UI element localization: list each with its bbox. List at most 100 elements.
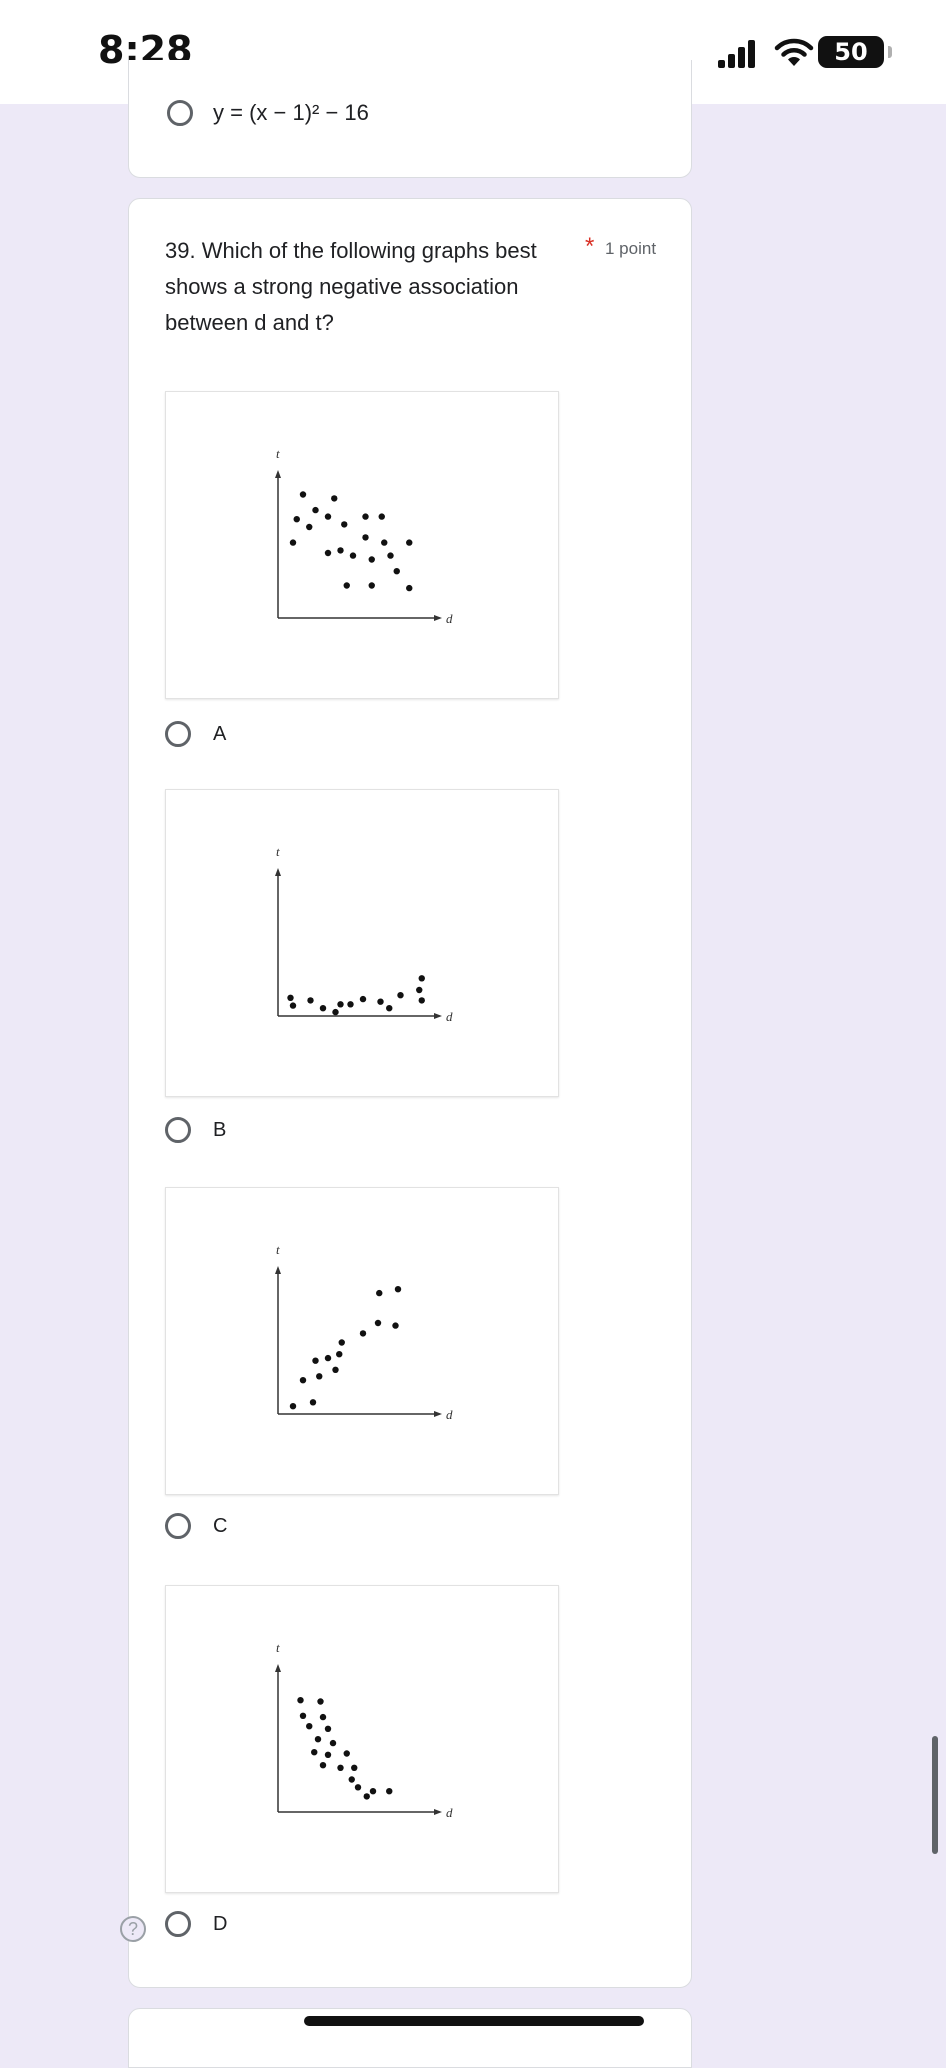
data-point bbox=[363, 1793, 370, 1800]
data-point bbox=[289, 539, 297, 546]
data-point bbox=[309, 1399, 317, 1406]
home-indicator[interactable] bbox=[304, 2016, 644, 2026]
data-point bbox=[324, 1751, 332, 1758]
x-axis-label: d bbox=[446, 1009, 453, 1024]
data-point bbox=[392, 1322, 399, 1329]
data-point bbox=[349, 552, 357, 559]
data-point bbox=[337, 547, 344, 554]
data-point bbox=[316, 1373, 323, 1380]
x-axis-label: d bbox=[446, 1805, 453, 1820]
data-point bbox=[329, 1739, 337, 1747]
data-point bbox=[343, 1750, 350, 1757]
data-point bbox=[374, 1319, 382, 1327]
option-b-label: B bbox=[213, 1119, 227, 1141]
data-point bbox=[297, 1697, 304, 1704]
option-a-radio[interactable] bbox=[165, 721, 191, 747]
data-point bbox=[299, 491, 307, 498]
data-point bbox=[289, 1403, 297, 1410]
data-point bbox=[324, 549, 332, 557]
previous-option-radio[interactable] bbox=[167, 100, 193, 126]
data-point bbox=[306, 523, 313, 531]
data-point bbox=[393, 568, 400, 575]
option-c-radio[interactable] bbox=[165, 1513, 191, 1539]
data-point bbox=[369, 1788, 377, 1795]
data-point bbox=[347, 1001, 354, 1008]
data-point bbox=[362, 513, 369, 520]
data-point bbox=[306, 1723, 313, 1730]
data-point bbox=[317, 1698, 324, 1705]
data-point bbox=[324, 1354, 332, 1362]
data-point bbox=[319, 1005, 327, 1012]
data-point bbox=[332, 1366, 339, 1373]
data-point bbox=[386, 1788, 393, 1795]
data-point bbox=[289, 1002, 297, 1009]
data-point bbox=[416, 986, 423, 994]
data-point bbox=[359, 995, 367, 1003]
data-point bbox=[348, 1776, 355, 1783]
previous-question-card: y = (x − 1)² − 16 bbox=[128, 60, 692, 178]
data-point bbox=[324, 513, 332, 520]
x-axis-label: d bbox=[446, 611, 453, 626]
option-c-graph-svg: td bbox=[275, 1242, 453, 1422]
data-point bbox=[386, 1005, 393, 1012]
data-point bbox=[287, 994, 294, 1001]
data-point bbox=[299, 1377, 307, 1384]
data-point bbox=[299, 1712, 307, 1719]
data-point bbox=[307, 997, 314, 1004]
y-axis-arrow bbox=[275, 1266, 281, 1274]
data-point bbox=[338, 1339, 345, 1346]
data-point bbox=[418, 975, 425, 982]
option-b-radio[interactable] bbox=[165, 1117, 191, 1143]
data-point bbox=[332, 1008, 339, 1016]
y-axis-arrow bbox=[275, 868, 281, 876]
data-point bbox=[312, 506, 319, 514]
data-point bbox=[324, 1725, 332, 1732]
question-title: 39. Which of the following graphs best s… bbox=[165, 238, 537, 335]
data-point bbox=[319, 1762, 327, 1769]
data-point bbox=[381, 539, 388, 546]
data-point bbox=[337, 1001, 344, 1008]
option-d-graph: td bbox=[165, 1585, 559, 1893]
y-axis-label: t bbox=[276, 446, 280, 461]
x-axis-arrow bbox=[434, 1411, 442, 1417]
data-point bbox=[337, 1764, 344, 1771]
scrollbar[interactable] bbox=[932, 1736, 938, 1854]
y-axis-arrow bbox=[275, 1664, 281, 1672]
data-point bbox=[319, 1713, 327, 1721]
data-point bbox=[336, 1351, 343, 1358]
option-a-graph: td bbox=[165, 391, 559, 699]
battery-level: 50 bbox=[834, 38, 868, 66]
data-point bbox=[312, 1357, 319, 1364]
option-c-label: C bbox=[213, 1515, 228, 1537]
option-d-graph-svg: td bbox=[275, 1640, 453, 1820]
data-point bbox=[418, 997, 425, 1004]
required-asterisk: * bbox=[585, 233, 595, 260]
x-axis-arrow bbox=[434, 615, 442, 621]
data-point bbox=[397, 992, 404, 999]
data-point bbox=[387, 552, 394, 559]
option-c-graph: td bbox=[165, 1187, 559, 1495]
x-axis-arrow bbox=[434, 1013, 442, 1019]
previous-option-label: y = (x − 1)² − 16 bbox=[213, 100, 369, 125]
data-point bbox=[359, 1330, 367, 1337]
question-card: 39. Which of the following graphs best s… bbox=[128, 198, 692, 1988]
data-point bbox=[376, 1289, 383, 1297]
data-point bbox=[341, 521, 348, 528]
data-point bbox=[362, 534, 369, 541]
data-point bbox=[343, 582, 350, 589]
data-point bbox=[377, 998, 384, 1005]
data-point bbox=[314, 1736, 322, 1743]
data-point bbox=[368, 556, 375, 563]
data-point bbox=[368, 582, 375, 589]
signal-bars-icon bbox=[718, 38, 758, 68]
wifi-icon bbox=[774, 38, 814, 66]
data-point bbox=[331, 495, 338, 502]
y-axis-label: t bbox=[276, 844, 280, 859]
data-point bbox=[406, 539, 413, 546]
help-icon[interactable]: ? bbox=[120, 1916, 146, 1942]
battery-icon: 50 bbox=[818, 36, 884, 68]
option-d-radio[interactable] bbox=[165, 1911, 191, 1937]
option-a-graph-svg: td bbox=[275, 446, 453, 626]
y-axis-arrow bbox=[275, 470, 281, 478]
data-point bbox=[354, 1784, 362, 1791]
